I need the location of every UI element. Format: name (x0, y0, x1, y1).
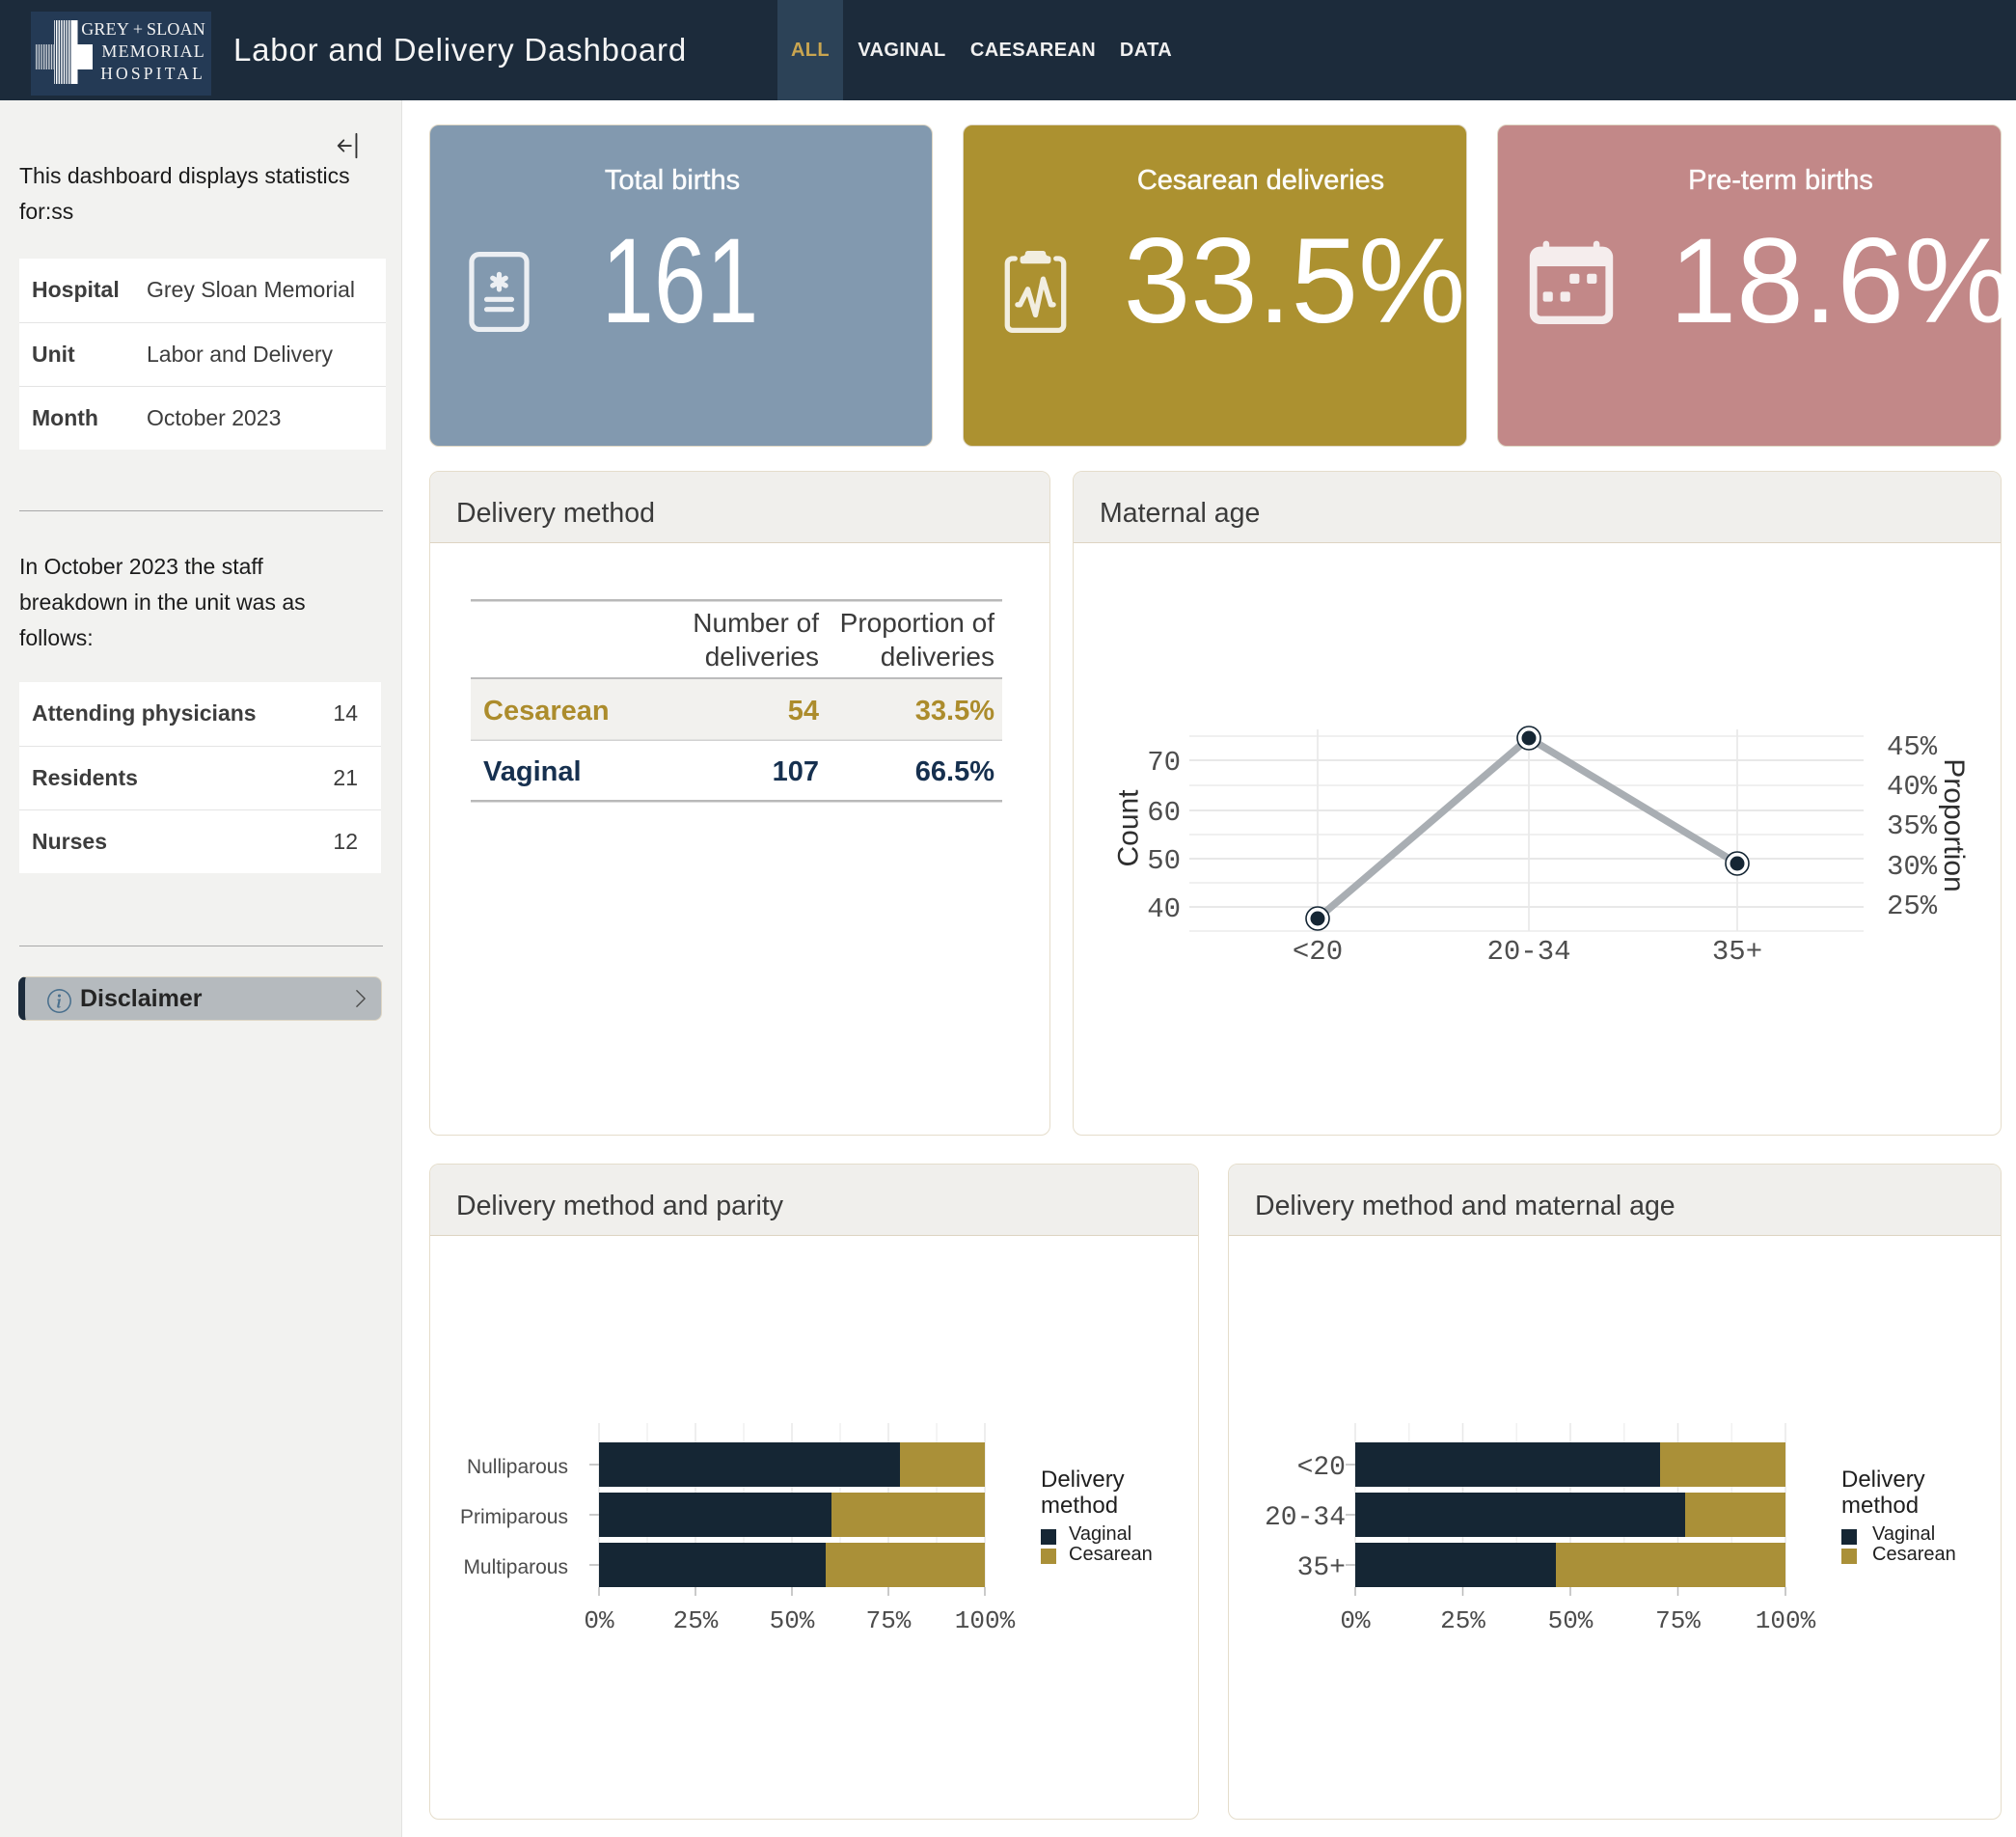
svg-text:Vaginal: Vaginal (1872, 1523, 1935, 1545)
svg-text:Primiparous: Primiparous (460, 1506, 568, 1528)
svg-text:60: 60 (1147, 797, 1181, 829)
svg-text:33.5%: 33.5% (915, 696, 994, 727)
svg-text:50%: 50% (1548, 1606, 1594, 1635)
svg-text:Proportion of: Proportion of (840, 608, 995, 638)
svg-text:25%: 25% (1887, 891, 1938, 922)
svg-text:Vaginal: Vaginal (1069, 1523, 1131, 1545)
svg-text:Number of: Number of (693, 608, 819, 638)
svg-text:deliveries: deliveries (705, 642, 819, 672)
svg-text:0%: 0% (584, 1606, 614, 1635)
svg-text:107: 107 (773, 756, 819, 787)
svg-text:0%: 0% (1340, 1606, 1371, 1635)
svg-text:35%: 35% (1887, 810, 1938, 842)
svg-text:Count: Count (1113, 789, 1145, 867)
svg-text:20-34: 20-34 (1486, 936, 1570, 968)
svg-text:<20: <20 (1297, 1453, 1346, 1483)
svg-text:<20: <20 (1293, 936, 1343, 968)
svg-text:50%: 50% (770, 1606, 815, 1635)
svg-text:100%: 100% (955, 1606, 1016, 1635)
svg-text:45%: 45% (1887, 731, 1938, 763)
svg-text:method: method (1041, 1493, 1118, 1519)
svg-text:30%: 30% (1887, 851, 1938, 883)
svg-text:20-34: 20-34 (1265, 1503, 1346, 1533)
svg-text:Cesarean: Cesarean (1872, 1544, 1956, 1565)
svg-text:Delivery: Delivery (1041, 1467, 1125, 1493)
svg-text:Vaginal: Vaginal (483, 756, 582, 787)
svg-text:75%: 75% (1655, 1606, 1701, 1635)
svg-text:method: method (1841, 1493, 1919, 1519)
svg-text:75%: 75% (866, 1606, 912, 1635)
svg-text:Multiparous: Multiparous (463, 1556, 568, 1578)
svg-text:35+: 35+ (1712, 936, 1762, 968)
svg-text:Delivery: Delivery (1841, 1467, 1925, 1493)
svg-text:Cesarean: Cesarean (483, 696, 610, 727)
svg-text:70: 70 (1147, 747, 1181, 779)
svg-text:66.5%: 66.5% (915, 756, 994, 787)
svg-text:35+: 35+ (1297, 1553, 1346, 1583)
svg-text:Proportion: Proportion (1938, 758, 1970, 891)
svg-text:100%: 100% (1756, 1606, 1816, 1635)
svg-text:40: 40 (1147, 893, 1181, 925)
svg-text:Cesarean: Cesarean (1069, 1544, 1153, 1565)
svg-text:25%: 25% (673, 1606, 719, 1635)
svg-text:40%: 40% (1887, 771, 1938, 803)
svg-text:Nulliparous: Nulliparous (467, 1456, 568, 1478)
svg-text:deliveries: deliveries (881, 642, 994, 672)
svg-text:54: 54 (788, 696, 819, 727)
svg-text:25%: 25% (1440, 1606, 1485, 1635)
svg-text:50: 50 (1147, 845, 1181, 877)
